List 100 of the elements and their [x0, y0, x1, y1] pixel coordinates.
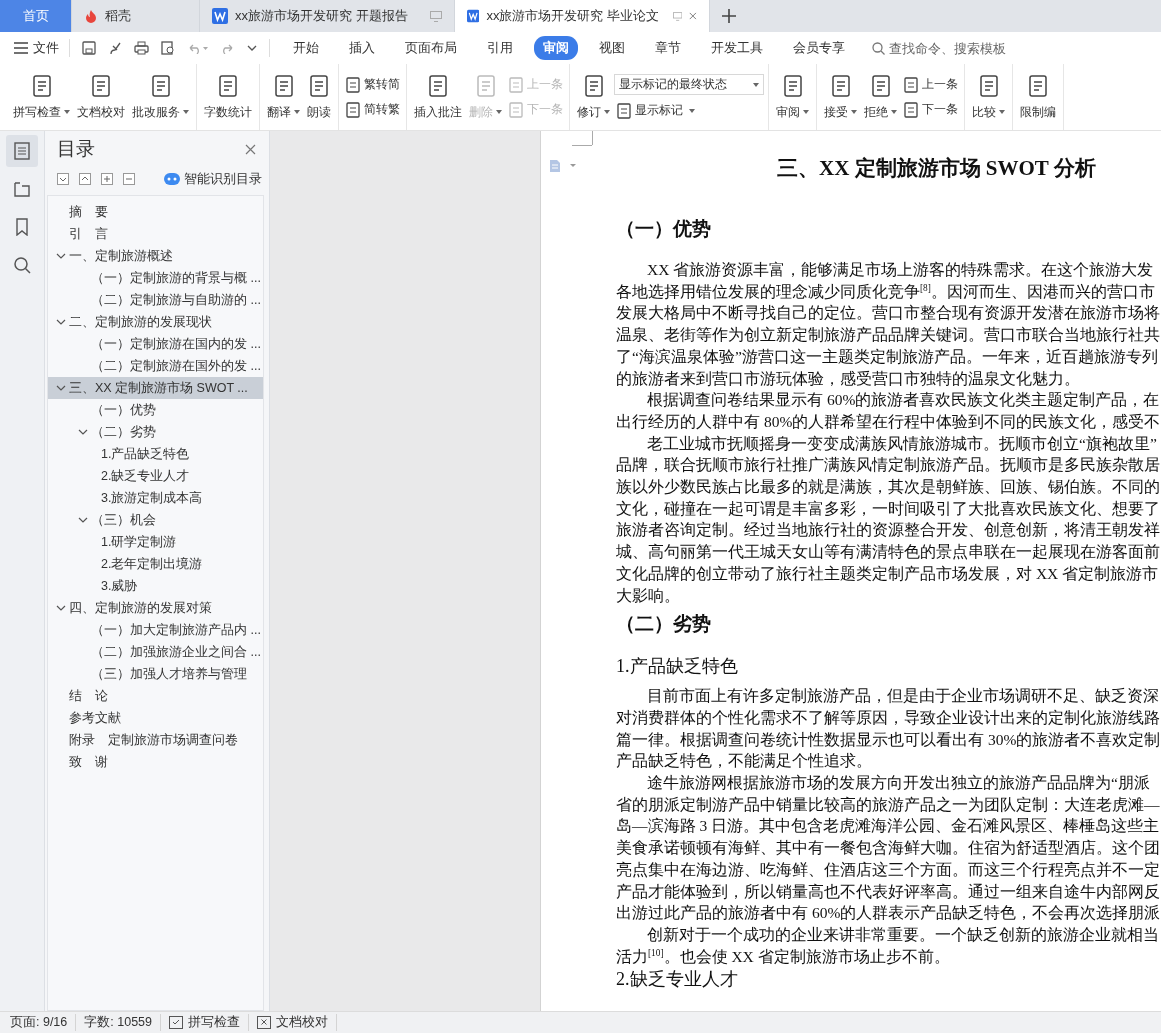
toc-item[interactable]: 二、定制旅游的发展现状	[48, 311, 263, 333]
brush-icon[interactable]	[108, 41, 122, 55]
ribbon-button[interactable]: 翻译	[264, 69, 303, 125]
toc-item[interactable]: （二）定制旅游在国外的发 ...	[48, 355, 263, 377]
toc-item[interactable]: 附录 定制旅游市场调查问卷	[48, 729, 263, 751]
toc-item[interactable]: 3.旅游定制成本高	[48, 487, 263, 509]
paragraph-line: 亮点集中在海边游、吃海鲜、住酒店这三个方面。而这三个行程亮点并不一定	[616, 859, 1161, 880]
chevron-icon[interactable]	[56, 383, 66, 393]
menu-tab[interactable]: 审阅	[534, 36, 578, 60]
toc-item[interactable]: （一）定制旅游在国内的发 ...	[48, 333, 263, 355]
toc-item[interactable]: 三、XX 定制旅游市场 SWOT ...	[48, 377, 263, 399]
bookmark-icon[interactable]	[13, 218, 31, 236]
paragraph-line: 岛—滨海路 3 日游。其中包含老虎滩海洋公园、金石滩风景区、棒棰岛这些主	[616, 816, 1160, 837]
paragraph-line: 大影响。	[616, 585, 681, 606]
toc-item[interactable]: （一）定制旅游的背景与概 ...	[48, 267, 263, 289]
menu-tab[interactable]: 开发工具	[702, 36, 772, 60]
ribbon-button[interactable]: 朗读	[304, 69, 334, 125]
page-icon	[345, 101, 361, 118]
ribbon-button[interactable]: 简转繁	[343, 100, 402, 119]
minus-icon[interactable]	[123, 173, 135, 185]
collapse-all-icon[interactable]	[57, 173, 69, 185]
tab[interactable]: xx旅游市场开发研究 毕业论文	[455, 0, 710, 32]
toc-item[interactable]: （一）加大定制旅游产品内 ...	[48, 619, 263, 641]
menu-tab[interactable]: 视图	[590, 36, 634, 60]
ribbon-button[interactable]: 比较	[969, 69, 1008, 125]
menu-icon	[14, 42, 28, 54]
ribbon-button[interactable]: 修订	[574, 69, 613, 125]
toc-item[interactable]: 参考文献	[48, 707, 263, 729]
menu-tab[interactable]: 会员专享	[784, 36, 854, 60]
toc-item[interactable]: 引 言	[48, 223, 263, 245]
toc-item[interactable]: （二）定制旅游与自助游的 ...	[48, 289, 263, 311]
smart-toc-button[interactable]: 智能识别目录	[164, 170, 264, 188]
toc-item[interactable]: （一）优势	[48, 399, 263, 421]
search-field[interactable]: 查找命令、搜索模板	[872, 40, 1012, 56]
file-menu[interactable]: 文件	[14, 39, 59, 57]
display-mode-dropdown[interactable]: 显示标记的最终状态	[614, 74, 764, 95]
toc-icon[interactable]	[13, 142, 31, 160]
toc-item[interactable]: （三）加强人才培养与管理	[48, 663, 263, 685]
toc-item[interactable]: 四、定制旅游的发展对策	[48, 597, 263, 619]
toc-item[interactable]: 3.威胁	[48, 575, 263, 597]
print-icon[interactable]	[134, 41, 149, 55]
toc-item[interactable]: 致 谢	[48, 751, 263, 773]
document-icon	[212, 8, 228, 24]
paragraph-line: 美食承诺顿顿有海鲜、其中有一餐包含海鲜大咖。住宿为舒适型酒店。这个团	[616, 838, 1161, 859]
ribbon-button[interactable]: 批改服务	[129, 69, 192, 125]
paragraph-line: 根据调查问卷结果显示有 60%的旅游者喜欢民族文化类主题定制产品，在	[646, 390, 1161, 411]
menu-tab[interactable]: 章节	[646, 36, 690, 60]
close-icon[interactable]	[689, 11, 697, 21]
toc-item[interactable]: 1.产品缺乏特色	[48, 443, 263, 465]
plus-icon[interactable]	[101, 173, 113, 185]
paragraph-line: 各地选择用错位发展的理念减少同质化竞争$^{[8]}$。因河而生、因港而兴的营口市	[616, 281, 1156, 302]
ribbon-button[interactable]: 繁转简	[343, 75, 402, 94]
ribbon-button[interactable]: 插入批注	[411, 69, 465, 125]
plus-icon[interactable]	[722, 9, 736, 23]
search-icon[interactable]	[13, 256, 31, 274]
menu-tab[interactable]: 开始	[284, 36, 328, 60]
ribbon-button[interactable]: 拒绝	[861, 69, 900, 125]
ribbon-button[interactable]: 接受	[821, 69, 860, 125]
chevron-icon[interactable]	[56, 603, 66, 613]
toc-item[interactable]: 2.缺乏专业人才	[48, 465, 263, 487]
ribbon-button[interactable]: 显示标记	[614, 101, 764, 120]
paragraph-line: 产品缺乏特色，不能满足个性追求。	[616, 751, 873, 772]
expand-all-icon[interactable]	[79, 173, 91, 185]
menu-tab[interactable]: 插入	[340, 36, 384, 60]
status-button[interactable]: 文档校对	[257, 1014, 328, 1031]
toc-item[interactable]: （二）劣势	[48, 421, 263, 443]
ribbon-button[interactable]: 下一条	[901, 100, 960, 119]
ribbon-button[interactable]: 字数统计	[201, 69, 255, 125]
ribbon-button[interactable]: 拼写检查	[10, 69, 73, 125]
chevron-icon[interactable]	[78, 515, 88, 525]
chevron-icon[interactable]	[56, 317, 66, 327]
ribbon-button[interactable]: 限制编	[1017, 69, 1059, 125]
ribbon-button[interactable]: 审阅	[773, 69, 812, 125]
ribbon-button[interactable]: 文档校对	[74, 69, 128, 125]
toc-item[interactable]: （三）机会	[48, 509, 263, 531]
toc-item[interactable]: 1.研学定制游	[48, 531, 263, 553]
status-button[interactable]: 拼写检查	[169, 1014, 240, 1031]
tab[interactable]: 首页	[0, 0, 72, 32]
chevron-icon[interactable]	[56, 251, 66, 261]
outline-icon[interactable]	[13, 180, 31, 198]
save-icon[interactable]	[82, 41, 96, 55]
paragraph-line: 篇一律。根据调查问卷统计性数据显示也可以看出有 30%的旅游者不喜欢定制	[616, 729, 1161, 750]
toc-item[interactable]: 一、定制旅游概述	[48, 245, 263, 267]
page-icon	[508, 101, 524, 118]
flame-icon	[84, 9, 98, 23]
cross-page-icon	[257, 1016, 271, 1029]
chevron-down-icon[interactable]	[247, 44, 257, 52]
print-preview-icon[interactable]	[161, 41, 175, 55]
menu-tab[interactable]: 页面布局	[396, 36, 466, 60]
chevron-icon[interactable]	[78, 427, 88, 437]
toc-item[interactable]: 2.老年定制出境游	[48, 553, 263, 575]
toc-item[interactable]: （二）加强旅游企业之间合 ...	[48, 641, 263, 663]
toc-item[interactable]: 结 论	[48, 685, 263, 707]
paragraph-line: 温泉、老街等作为创立新定制旅游产品品牌关键词。营口市联合当地旅行社共	[616, 325, 1161, 346]
toc-item[interactable]: 摘 要	[48, 201, 263, 223]
ribbon-button[interactable]: 上一条	[901, 75, 960, 94]
close-icon[interactable]	[245, 143, 256, 155]
menu-tab[interactable]: 引用	[478, 36, 522, 60]
page-count: 页面: 9/16	[10, 1014, 77, 1031]
paragraph-line: 出行经历的人群中有 80%的人群希望在行程中体验到不同的民族文化，感受不	[616, 411, 1161, 432]
